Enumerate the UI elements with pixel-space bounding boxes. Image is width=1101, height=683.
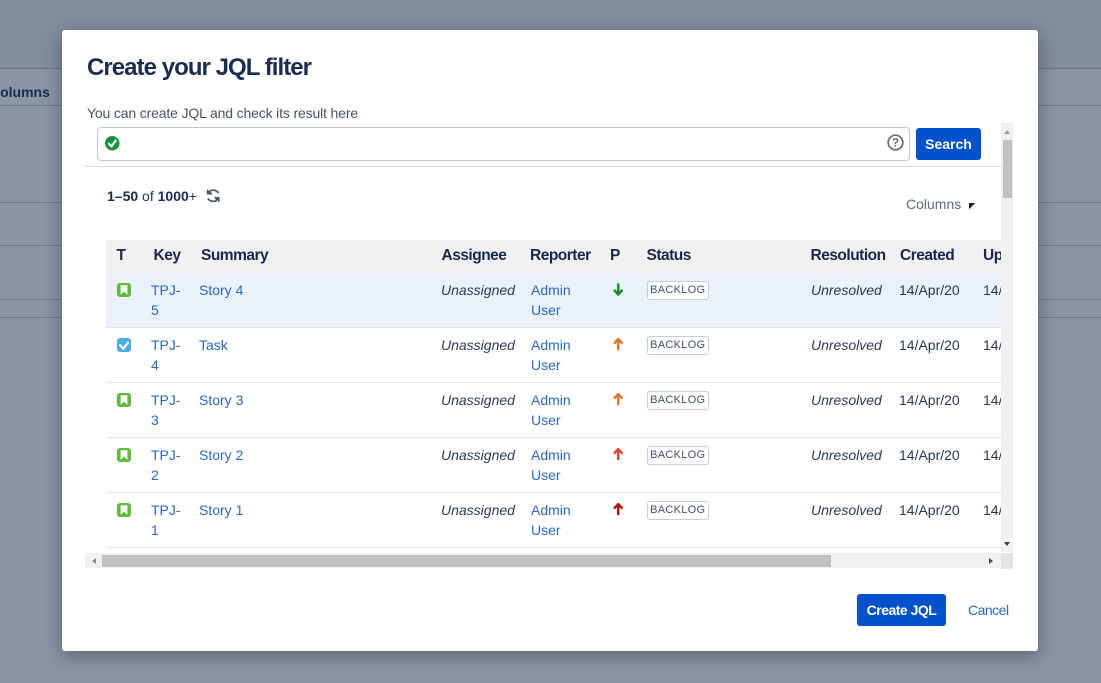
svg-text:?: ? — [892, 138, 899, 150]
